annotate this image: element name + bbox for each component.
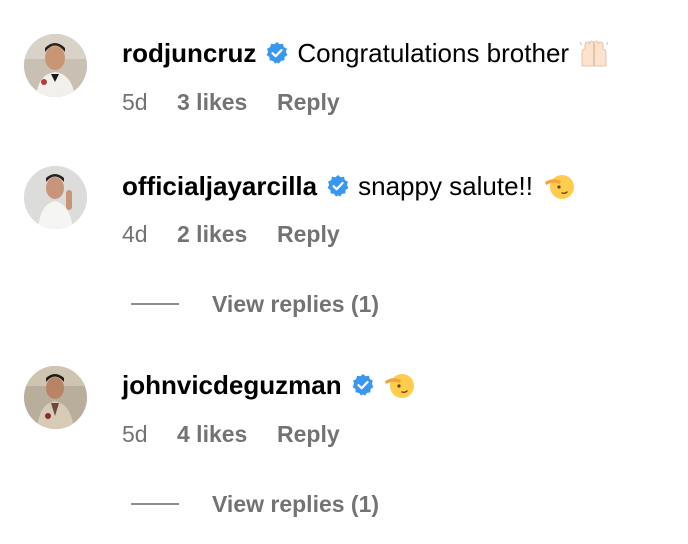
comment-line: rodjuncruz Congratulations brother (122, 37, 609, 69)
username-link[interactable]: rodjuncruz (122, 37, 256, 69)
username-link[interactable]: officialjayarcilla (122, 170, 317, 202)
likes-count-link[interactable]: 2 likes (177, 220, 277, 248)
comment-timestamp[interactable]: 5d (122, 420, 177, 448)
likes-count-link[interactable]: 3 likes (177, 88, 277, 116)
comment-timestamp[interactable]: 4d (122, 220, 177, 248)
comment-meta: 5d 4 likes Reply (122, 420, 340, 448)
reply-button[interactable]: Reply (277, 420, 340, 448)
verified-badge-icon (351, 373, 375, 397)
view-replies-button[interactable]: View replies (1) (131, 490, 379, 518)
username-link[interactable]: johnvicdeguzman (122, 369, 342, 401)
divider-line (131, 303, 179, 305)
profile-photo-icon (24, 34, 87, 97)
avatar[interactable] (24, 34, 87, 97)
view-replies-label: View replies (1) (212, 491, 380, 517)
avatar[interactable] (24, 166, 87, 229)
profile-photo-icon (24, 366, 87, 429)
comment-line: johnvicdeguzman (122, 369, 415, 401)
comment-meta: 5d 3 likes Reply (122, 88, 340, 116)
saluting-face-icon (543, 172, 575, 200)
profile-photo-icon (24, 166, 87, 229)
comment-text: Congratulations brother (297, 38, 570, 68)
comment-text: snappy salute!! (358, 171, 533, 201)
avatar[interactable] (24, 366, 87, 429)
view-replies-label: View replies (1) (212, 291, 380, 317)
divider-line (131, 503, 179, 505)
verified-badge-icon (265, 41, 289, 65)
view-replies-button[interactable]: View replies (1) (131, 290, 379, 318)
comment-timestamp[interactable]: 5d (122, 88, 177, 116)
comment-meta: 4d 2 likes Reply (122, 220, 340, 248)
verified-badge-icon (326, 174, 350, 198)
reply-button[interactable]: Reply (277, 88, 340, 116)
raising-hands-icon (579, 39, 609, 67)
likes-count-link[interactable]: 4 likes (177, 420, 277, 448)
reply-button[interactable]: Reply (277, 220, 340, 248)
saluting-face-icon (383, 371, 415, 399)
comment-line: officialjayarcilla snappy salute!! (122, 170, 575, 202)
